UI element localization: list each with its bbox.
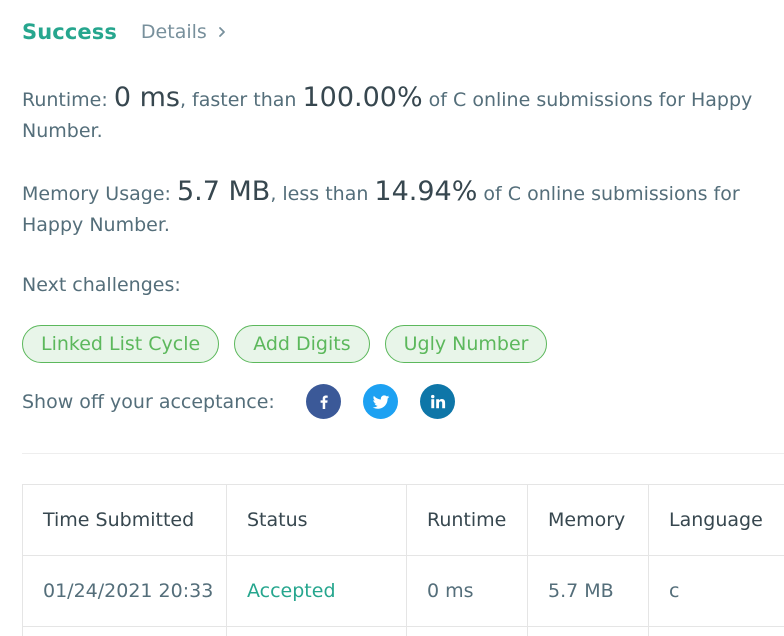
memory-value: 5.7 MB [176, 176, 271, 207]
facebook-icon [320, 395, 328, 409]
header-time-submitted: Time Submitted [22, 484, 227, 556]
linkedin-icon [430, 394, 445, 408]
section-divider [22, 453, 784, 454]
header-memory: Memory [527, 484, 649, 556]
runtime-mid: , faster than [179, 89, 297, 111]
cell-time-submitted: 01/24/2021 20:33 [22, 555, 227, 627]
share-label: Show off your acceptance: [22, 390, 275, 413]
header-status: Status [226, 484, 407, 556]
table-row [22, 626, 784, 636]
next-challenges-list: Linked List Cycle Add Digits Ugly Number [22, 325, 548, 363]
table-cell [22, 626, 227, 636]
table-cell [226, 626, 407, 636]
cell-runtime: 0 ms [406, 555, 528, 627]
submissions-table: Time Submitted Status Runtime Memory Lan… [22, 484, 784, 636]
twitter-share-button[interactable] [363, 384, 398, 419]
share-row: Show off your acceptance: [22, 384, 477, 419]
runtime-percent: 100.00% [302, 82, 423, 113]
submission-result-page: Success Details Runtime: 0 ms, faster th… [0, 0, 784, 636]
header-runtime: Runtime [406, 484, 528, 556]
challenge-chip-add-digits[interactable]: Add Digits [234, 325, 370, 363]
header-language: Language [648, 484, 784, 556]
twitter-icon [372, 394, 389, 409]
memory-mid: , less than [270, 183, 369, 205]
next-challenges-label: Next challenges: [22, 274, 181, 296]
table-cell [527, 626, 649, 636]
table-cell [648, 626, 784, 636]
challenge-chip-ugly-number[interactable]: Ugly Number [384, 325, 548, 363]
cell-memory: 5.7 MB [527, 555, 649, 627]
cell-language: c [648, 555, 784, 627]
details-label: Details [140, 21, 207, 43]
linkedin-share-button[interactable] [420, 384, 455, 419]
facebook-share-button[interactable] [306, 384, 341, 419]
result-header: Success Details [22, 20, 229, 44]
status-accepted-link[interactable]: Accepted [247, 580, 336, 602]
challenge-chip-linked-list-cycle[interactable]: Linked List Cycle [22, 325, 220, 363]
details-link[interactable]: Details [141, 21, 229, 43]
table-row: 01/24/2021 20:33 Accepted 0 ms 5.7 MB c [22, 555, 784, 627]
runtime-label: Runtime: [22, 89, 108, 111]
status-title: Success [22, 20, 117, 44]
chevron-right-icon [218, 27, 225, 37]
memory-label: Memory Usage: [22, 183, 171, 205]
table-cell [406, 626, 528, 636]
table-header-row: Time Submitted Status Runtime Memory Lan… [22, 484, 784, 556]
runtime-stat: Runtime: 0 ms, faster than 100.00% of C … [22, 82, 782, 147]
memory-percent: 14.94% [374, 176, 478, 207]
runtime-value: 0 ms [113, 82, 180, 113]
memory-stat: Memory Usage: 5.7 MB, less than 14.94% o… [22, 176, 782, 241]
